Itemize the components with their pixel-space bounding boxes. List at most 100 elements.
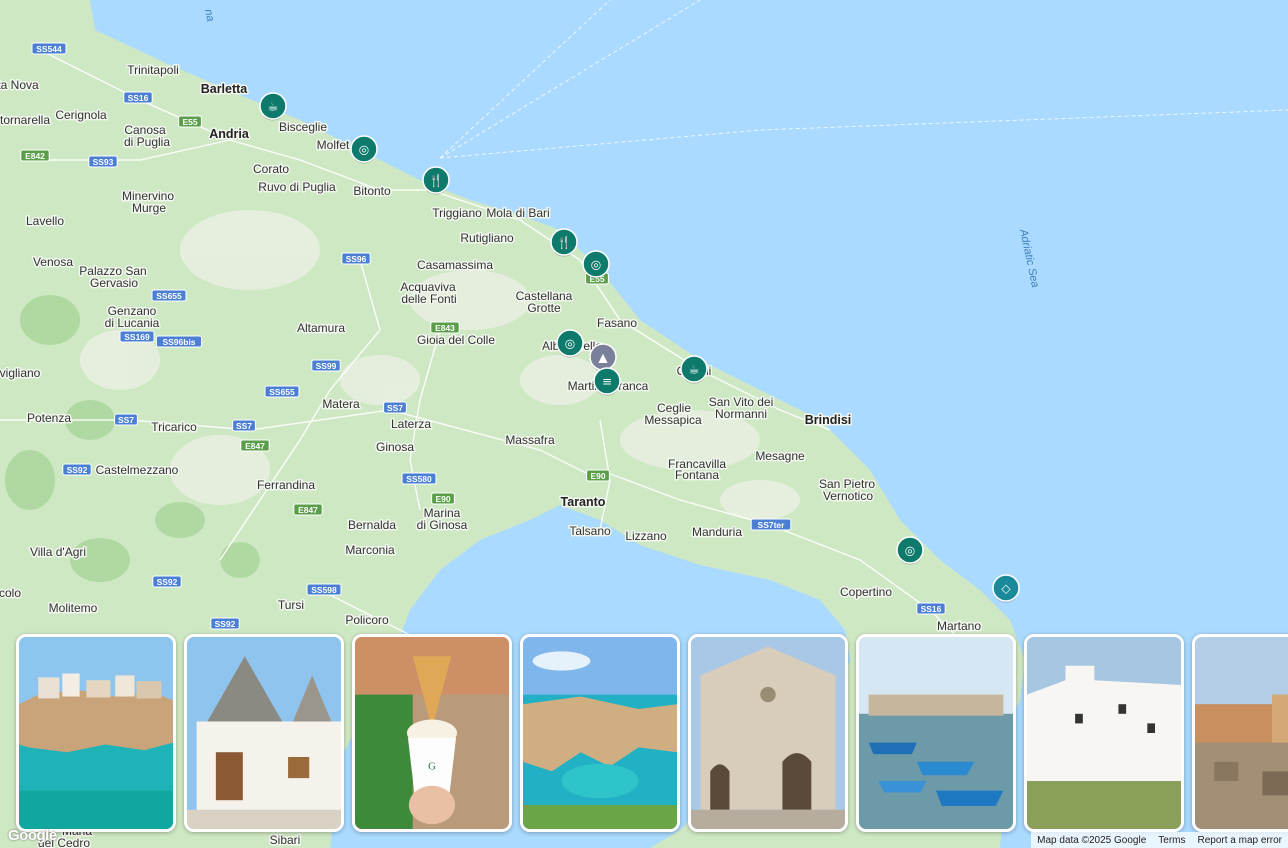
top-water-label: na: [202, 8, 216, 22]
map-footer: Map data ©2025 Google Terms Report a map…: [1031, 832, 1288, 848]
place-label: Fasano: [597, 316, 637, 330]
place-label: Ferrandina: [257, 478, 315, 492]
road-shield: SS7: [383, 401, 407, 414]
road-shield: E55: [178, 115, 202, 128]
map-data-attribution: Map data ©2025 Google: [1037, 834, 1147, 846]
photo-card-trulli[interactable]: [184, 634, 344, 832]
road-shield: SS580: [401, 472, 437, 485]
photo-card-gelato[interactable]: G: [352, 634, 512, 832]
road-shield-code: SS655: [269, 387, 295, 397]
fork-knife-icon: 🍴: [429, 174, 444, 188]
restaurant-marker[interactable]: 🍴: [550, 228, 578, 257]
road-shield-code: E55: [182, 117, 197, 127]
place-label: Matera: [322, 397, 360, 411]
photo-card-harbor[interactable]: [856, 634, 1016, 832]
report-error-link[interactable]: Report a map error: [1192, 835, 1288, 846]
place-label: tornarella: [0, 113, 50, 127]
cafe-marker[interactable]: ☕: [680, 355, 708, 384]
fork-knife-icon: 🍴: [557, 236, 572, 250]
road-shield: SS96bis: [155, 335, 203, 348]
place-label: Grotte: [527, 301, 561, 315]
sightseeing-marker[interactable]: ◎: [350, 135, 378, 164]
road-shield: E842: [20, 149, 50, 162]
road-shield: SS544: [31, 42, 67, 55]
road-shield: SS99: [311, 359, 341, 372]
monument-marker[interactable]: ≡: [593, 367, 621, 396]
pillar-icon: ≡: [602, 375, 612, 389]
road-shield: E847: [240, 439, 270, 452]
road-shield-code: SS96: [346, 254, 367, 264]
place-label: Venosa: [33, 255, 73, 269]
place-label: delle Fonti: [401, 292, 456, 306]
place-label: Molitemo: [49, 601, 98, 615]
place-label: Ginosa: [376, 440, 414, 454]
road-shield-code: SS16: [128, 93, 149, 103]
road-shield-code: E90: [590, 471, 605, 481]
photo-thumbnail: [19, 637, 173, 829]
place-label: di Ginosa: [417, 518, 468, 532]
road-shield: SS16: [916, 602, 946, 615]
road-shield: SS7: [232, 419, 256, 432]
place-label: vigliano: [0, 366, 41, 380]
road-shield-code: E842: [25, 151, 45, 161]
road-shield-code: SS7: [387, 403, 403, 413]
road-shield: SS92: [62, 463, 92, 476]
sightseeing-marker[interactable]: ◎: [556, 329, 584, 358]
road-shield-code: SS92: [67, 465, 88, 475]
coffee-icon: ☕: [268, 100, 279, 114]
photo-card-basilica[interactable]: [688, 634, 848, 832]
road-shield: SS92: [210, 617, 240, 630]
place-label: Sibari: [270, 833, 301, 847]
place-label: Marconia: [345, 543, 395, 557]
cafe-marker[interactable]: ☕: [259, 92, 287, 121]
road-shield-code: SS655: [156, 291, 182, 301]
place-label: Bisceglie: [279, 120, 327, 134]
place-label: Corato: [253, 162, 289, 176]
photo-thumbnail: G: [355, 637, 509, 829]
place-label: Castelmezzano: [96, 463, 179, 477]
place-label: Triggiano: [432, 206, 482, 220]
binoculars-icon: ◎: [591, 258, 601, 272]
photo-card-ostuni[interactable]: [1024, 634, 1184, 832]
google-logo: Google: [8, 827, 57, 844]
place-label: Mesagne: [755, 449, 805, 463]
road-shield-code: E847: [245, 441, 265, 451]
road-shield: SS598: [306, 583, 342, 596]
photo-thumbnail: [1195, 637, 1288, 829]
photo-strip[interactable]: G: [16, 634, 1288, 834]
place-label: Mola di Bari: [486, 206, 549, 220]
place-label: Potenza: [27, 411, 71, 425]
photo-card-polignano[interactable]: [16, 634, 176, 832]
place-label: Trinitapoli: [127, 63, 179, 77]
photo-card-coast[interactable]: [520, 634, 680, 832]
svg-text:G: G: [428, 761, 436, 772]
road-shield: SS7ter: [750, 518, 792, 531]
photo-thumbnail: [859, 637, 1013, 829]
photo-marker[interactable]: ▲: [589, 343, 617, 372]
binoculars-icon: ◎: [359, 143, 369, 157]
terms-link[interactable]: Terms: [1152, 835, 1191, 846]
photo-thumbnail: [1027, 637, 1181, 829]
ice-cream-marker[interactable]: ◇: [992, 574, 1020, 603]
place-label: di Puglia: [124, 135, 170, 149]
photo-card-matera[interactable]: [1192, 634, 1288, 832]
place-label: Gervasio: [90, 276, 138, 290]
place-label: Laterza: [391, 417, 431, 431]
place-label: Copertino: [840, 585, 892, 599]
binoculars-icon: ◎: [905, 544, 915, 558]
binoculars-icon: ◎: [565, 337, 575, 351]
place-label: Taranto: [561, 495, 606, 509]
sightseeing-marker[interactable]: ◎: [896, 536, 924, 565]
place-label: Talsano: [569, 524, 611, 538]
place-label: Bitonto: [353, 184, 391, 198]
place-label: Massafra: [505, 433, 555, 447]
road-shield-code: E847: [298, 505, 318, 515]
restaurant-marker[interactable]: 🍴: [422, 166, 450, 195]
place-label: Lavello: [26, 214, 64, 228]
road-shield-code: SS169: [124, 332, 150, 342]
place-label: Tricarico: [151, 420, 197, 434]
road-shield-code: SS544: [36, 44, 62, 54]
place-label: Bernalda: [348, 518, 396, 532]
sightseeing-marker[interactable]: ◎: [582, 250, 610, 279]
road-shield-code: SS16: [921, 604, 942, 614]
